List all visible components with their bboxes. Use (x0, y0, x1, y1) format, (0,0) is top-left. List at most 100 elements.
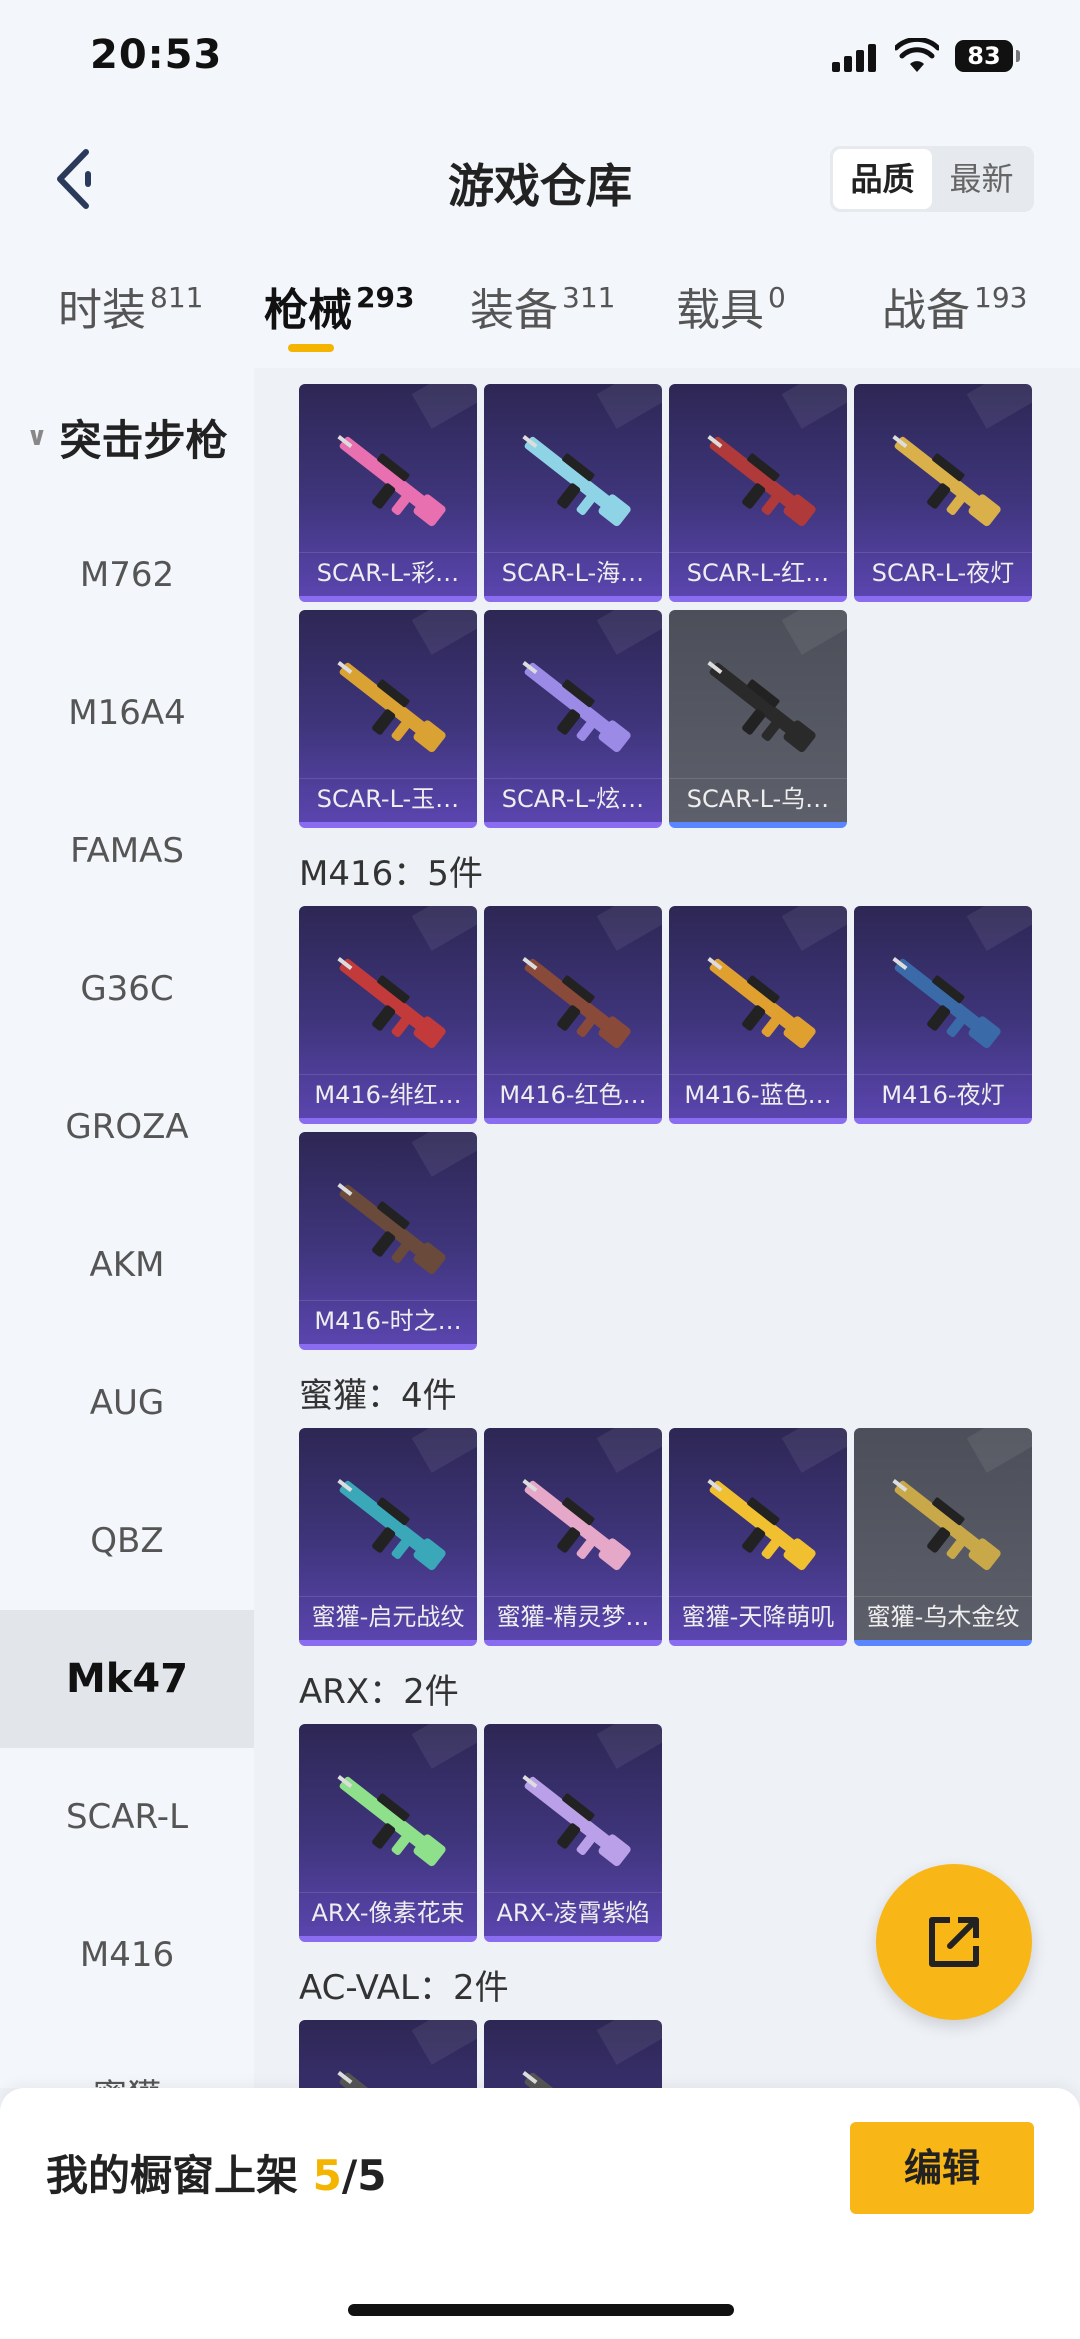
weapon-sidebar: ∨ 突击步枪 M762 M16A4 FAMAS G36C GROZA AKM AUG QBZ M… (0, 368, 254, 2088)
rifle-icon (707, 661, 816, 753)
sidebar-item[interactable]: 蜜獾 (0, 2024, 254, 2089)
rifle-icon (892, 957, 1001, 1049)
section-title: 蜜獾：4件 (299, 1376, 457, 1416)
rifle-icon (707, 435, 816, 527)
active-tab-indicator (288, 344, 334, 352)
rifle-icon (892, 1479, 1001, 1571)
sidebar-item[interactable]: Mk47 (0, 1610, 254, 1748)
weapon-card[interactable]: SCAR-L-海… (484, 384, 662, 602)
weapon-grid: SCAR-L-彩… SCAR-L-海… SCAR-L-红… SCAR-L-夜灯 … (254, 368, 1080, 2088)
rifle-icon (892, 435, 1001, 527)
status-time: 20:53 (90, 32, 223, 78)
weapon-card[interactable]: SCAR-L-乌… (669, 610, 847, 828)
status-bar: 20:53 83 (0, 0, 1080, 120)
tab-fashion[interactable]: 时装 811 (58, 274, 203, 338)
weapon-card[interactable]: 蜜獾-精灵梦… (484, 1428, 662, 1646)
sort-toggle: 品质 最新 (830, 146, 1034, 212)
rifle-icon (522, 1479, 631, 1571)
weapon-name: 蜜獾-乌木金纹 (854, 1596, 1032, 1636)
rifle-icon (337, 1775, 446, 1867)
weapon-card[interactable]: M416-时之… (299, 1132, 477, 1350)
share-button[interactable] (876, 1864, 1032, 2020)
rifle-icon (337, 2071, 439, 2088)
weapon-card[interactable]: 蜜獾-乌木金纹 (854, 1428, 1032, 1646)
weapon-name: M416-绯红… (299, 1074, 477, 1114)
home-indicator (348, 2304, 734, 2316)
weapon-name: 蜜獾-精灵梦… (484, 1596, 662, 1636)
rifle-icon (522, 2071, 624, 2088)
rifle-icon (522, 957, 631, 1049)
showcase-status: 我的橱窗上架 5/5 (46, 2151, 387, 2200)
weapon-card[interactable]: SCAR-L-彩… (299, 384, 477, 602)
weapon-card[interactable]: ARX-凌霄紫焰 (484, 1724, 662, 1942)
rifle-icon (337, 957, 446, 1049)
battery-icon: 83 (955, 40, 1020, 72)
tab-supplies[interactable]: 战备 193 (882, 274, 1027, 338)
rifle-icon (337, 661, 446, 753)
weapon-card[interactable]: SCAR-L-玉… (299, 610, 477, 828)
weapon-card[interactable]: 蜜獾-天降萌叽 (669, 1428, 847, 1646)
sidebar-item[interactable]: M762 (0, 506, 254, 644)
section-title: M416：5件 (299, 854, 483, 894)
edit-button[interactable]: 编辑 (850, 2122, 1034, 2214)
share-external-icon (929, 1917, 979, 1967)
rifle-icon (337, 1183, 446, 1275)
weapon-name: SCAR-L-玉… (299, 778, 477, 818)
rifle-icon (522, 1775, 631, 1867)
rifle-icon (522, 435, 631, 527)
rifle-icon (337, 435, 446, 527)
tab-equipment[interactable]: 装备 311 (470, 274, 615, 338)
weapon-name: SCAR-L-炫… (484, 778, 662, 818)
weapon-card[interactable]: M416-红色… (484, 906, 662, 1124)
weapon-card[interactable]: M416-蓝色… (669, 906, 847, 1124)
tab-guns[interactable]: 枪械 293 (264, 274, 414, 352)
item-grid: 蜜獾-启元战纹 蜜獾-精灵梦… 蜜獾-天降萌叽 蜜獾-乌木金纹 (254, 1428, 1080, 1654)
weapon-card[interactable]: M416-夜灯 (854, 906, 1032, 1124)
weapon-name: M416-时之… (299, 1300, 477, 1340)
sidebar-item[interactable]: AKM (0, 1196, 254, 1334)
weapon-name: M416-红色… (484, 1074, 662, 1114)
weapon-card[interactable]: M416-绯红… (299, 906, 477, 1124)
weapon-name: SCAR-L-彩… (299, 552, 477, 592)
item-grid (254, 2020, 1080, 2088)
weapon-card[interactable]: 蜜獾-启元战纹 (299, 1428, 477, 1646)
sidebar-item[interactable]: GROZA (0, 1058, 254, 1196)
weapon-card[interactable]: ARX-像素花束 (299, 1724, 477, 1942)
sidebar-item[interactable]: QBZ (0, 1472, 254, 1610)
item-grid: SCAR-L-彩… SCAR-L-海… SCAR-L-红… SCAR-L-夜灯 … (254, 384, 1080, 836)
header: 游戏仓库 品质 最新 (0, 120, 1080, 240)
weapon-card[interactable] (484, 2020, 662, 2088)
sidebar-item[interactable]: FAMAS (0, 782, 254, 920)
weapon-name: ARX-凌霄紫焰 (484, 1892, 662, 1932)
weapon-card[interactable]: SCAR-L-红… (669, 384, 847, 602)
weapon-card[interactable]: SCAR-L-炫… (484, 610, 662, 828)
weapon-name: 蜜獾-天降萌叽 (669, 1596, 847, 1636)
weapon-name: SCAR-L-夜灯 (854, 552, 1032, 592)
rifle-icon (522, 661, 631, 753)
sidebar-item[interactable]: AUG (0, 1334, 254, 1472)
weapon-card[interactable] (299, 2020, 477, 2088)
rifle-icon (707, 1479, 816, 1571)
sidebar-item[interactable]: SCAR-L (0, 1748, 254, 1886)
weapon-name: 蜜獾-启元战纹 (299, 1596, 477, 1636)
sidebar-item[interactable]: G36C (0, 920, 254, 1058)
tab-vehicles[interactable]: 载具 0 (676, 274, 786, 338)
sort-quality-button[interactable]: 品质 (833, 149, 932, 209)
rifle-icon (337, 1479, 446, 1571)
wifi-icon (895, 38, 939, 72)
weapon-name: SCAR-L-海… (484, 552, 662, 592)
sidebar-item[interactable]: M16A4 (0, 644, 254, 782)
weapon-name: SCAR-L-乌… (669, 778, 847, 818)
cellular-signal-icon (832, 44, 878, 72)
weapon-name: ARX-像素花束 (299, 1892, 477, 1932)
weapon-name: M416-蓝色… (669, 1074, 847, 1114)
chevron-down-icon: ∨ (26, 422, 48, 452)
weapon-card[interactable]: SCAR-L-夜灯 (854, 384, 1032, 602)
sidebar-item[interactable]: M416 (0, 1886, 254, 2024)
weapon-name: M416-夜灯 (854, 1074, 1032, 1114)
sidebar-category[interactable]: ∨ 突击步枪 (0, 368, 254, 506)
category-tabs: 时装 811 枪械 293 装备 311 载具 0 战备 193 (0, 240, 1080, 368)
item-grid: M416-绯红… M416-红色… M416-蓝色… M416-夜灯 M416-… (254, 906, 1080, 1358)
sort-newest-button[interactable]: 最新 (932, 149, 1031, 209)
weapon-name: SCAR-L-红… (669, 552, 847, 592)
